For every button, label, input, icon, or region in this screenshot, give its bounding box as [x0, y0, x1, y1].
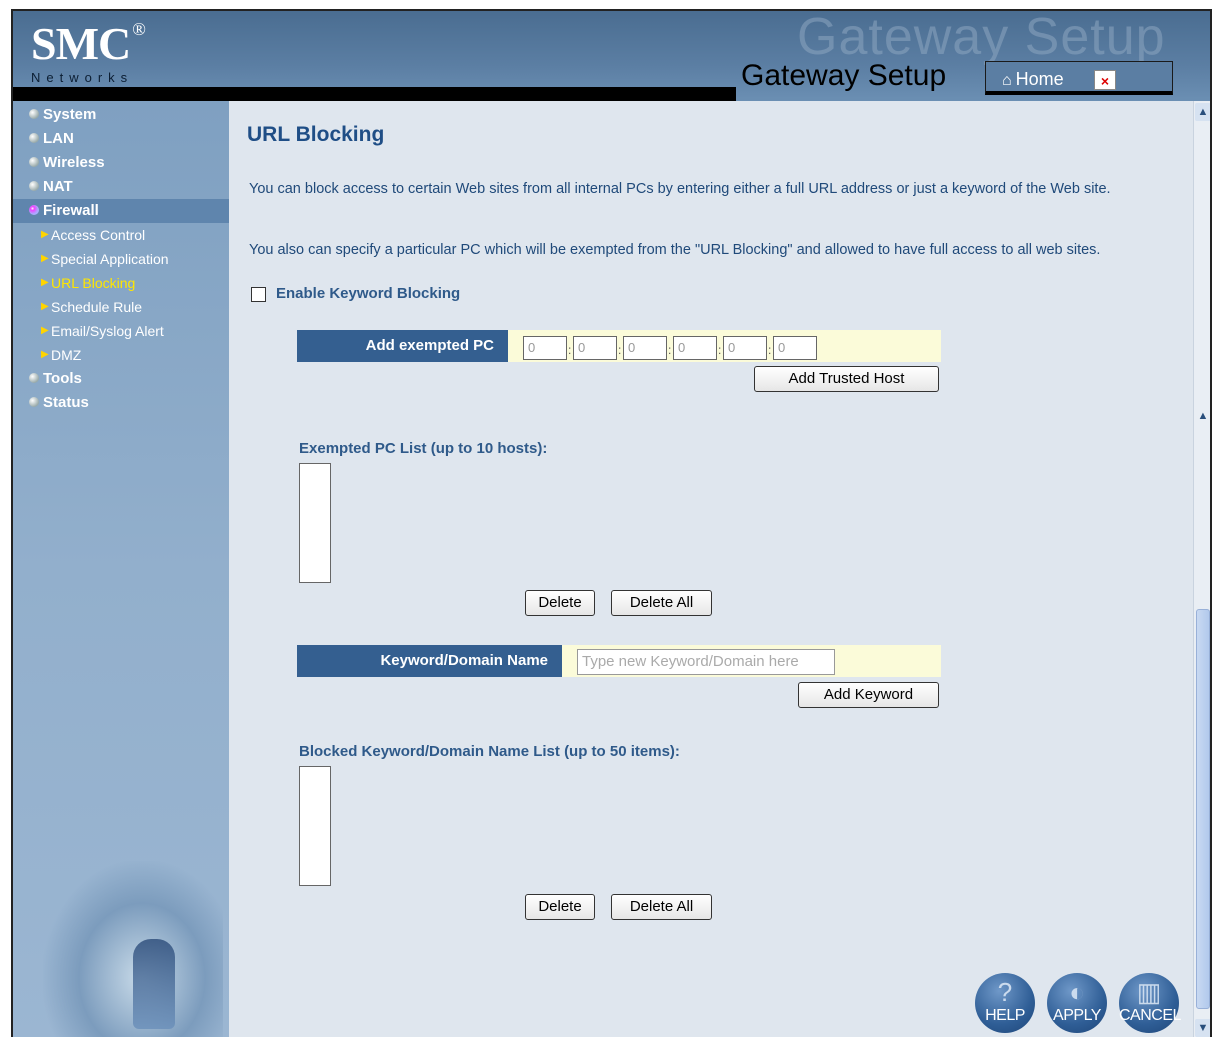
bullet-icon [29, 181, 39, 191]
delete-blocked-button[interactable]: Delete [525, 894, 595, 920]
mouse-icon: ◐ [1069, 977, 1085, 1007]
sidebar-item-status[interactable]: Status [13, 391, 229, 415]
blocked-keyword-listbox[interactable] [299, 766, 331, 886]
trash-icon: ▥ [1136, 977, 1162, 1007]
triangle-right-icon: ▶ [41, 301, 49, 312]
cancel-button[interactable]: ▥ CANCEL [1119, 973, 1181, 1033]
exempted-pc-label: Add exempted PC [297, 330, 508, 362]
sidebar-subitem-access-control[interactable]: ▶ Access Control [13, 223, 229, 247]
enable-keyword-blocking-label: Enable Keyword Blocking [276, 285, 461, 302]
delete-all-blocked-button[interactable]: Delete All [611, 894, 712, 920]
enable-keyword-blocking-checkbox[interactable] [251, 287, 266, 302]
triangle-right-icon: ▶ [41, 349, 49, 360]
description-text-exempt: You also can specify a particular PC whi… [249, 242, 1101, 258]
smc-logo: SMC ® [31, 18, 146, 69]
vertical-scrollbar[interactable]: ▲ ▲ ▼ [1193, 101, 1210, 1037]
sidebar-item-wireless[interactable]: Wireless [13, 151, 229, 175]
ip-octet-6-input[interactable]: 0 [773, 336, 817, 360]
triangle-right-icon: ▶ [41, 253, 49, 264]
apply-button[interactable]: ◐ APPLY [1047, 973, 1107, 1033]
delete-all-exempted-button[interactable]: Delete All [611, 590, 712, 616]
header: SMC ® Networks Gateway Setup Gateway Setu… [13, 11, 1210, 101]
triangle-right-icon: ▶ [41, 325, 49, 336]
sidebar-subitem-schedule-rule[interactable]: ▶ Schedule Rule [13, 295, 229, 319]
main-content: URL Blocking You can block access to cer… [229, 101, 1193, 1037]
triangle-right-icon: ▶ [41, 277, 49, 288]
home-icon: ⌂ [1002, 72, 1012, 89]
ip-separator: : [568, 343, 572, 357]
home-box: ⌂ Home × [985, 61, 1173, 95]
delete-exempted-button[interactable]: Delete [525, 590, 595, 616]
keyword-domain-label: Keyword/Domain Name [297, 645, 562, 677]
close-icon[interactable]: × [1094, 70, 1116, 90]
page-header-title: Gateway Setup [741, 59, 947, 92]
question-icon: ? [997, 977, 1013, 1007]
exempted-pc-list-title: Exempted PC List (up to 10 hosts): [299, 440, 548, 457]
bullet-icon [29, 205, 39, 215]
bullet-icon [29, 109, 39, 119]
description-text: You can block access to certain Web site… [249, 181, 1111, 197]
sidebar-subitem-special-application[interactable]: ▶ Special Application [13, 247, 229, 271]
exempted-pc-listbox[interactable] [299, 463, 331, 583]
add-keyword-button[interactable]: Add Keyword [798, 682, 939, 708]
scroll-up-icon[interactable]: ▲ [1195, 103, 1210, 121]
ip-separator: : [718, 343, 722, 357]
page-title: URL Blocking [247, 123, 385, 146]
bullet-icon [29, 373, 39, 383]
keyword-domain-input[interactable]: Type new Keyword/Domain here [577, 649, 835, 675]
header-divider [13, 87, 736, 101]
ip-separator: : [668, 343, 672, 357]
sidebar-subitem-email-syslog-alert[interactable]: ▶ Email/Syslog Alert [13, 319, 229, 343]
exempted-pc-row: Add exempted PC 0 : 0 : 0 : 0 : 0 : 0 [297, 330, 941, 362]
logo-subtitle: Networks [31, 70, 134, 85]
triangle-right-icon: ▶ [41, 229, 49, 240]
home-link[interactable]: ⌂ Home [1002, 69, 1064, 90]
sidebar-subitem-dmz[interactable]: ▶ DMZ [13, 343, 229, 367]
sidebar-item-lan[interactable]: LAN [13, 127, 229, 151]
app-frame: SMC ® Networks Gateway Setup Gateway Setu… [11, 9, 1212, 1037]
sidebar: System LAN Wireless NAT Firewall ▶ Access… [13, 101, 229, 1037]
sidebar-subitem-url-blocking[interactable]: ▶ URL Blocking [13, 271, 229, 295]
ip-octet-5-input[interactable]: 0 [723, 336, 767, 360]
sidebar-item-nat[interactable]: NAT [13, 175, 229, 199]
chevron-up-icon: ▲ [1197, 410, 1209, 422]
sidebar-item-system[interactable]: System [13, 103, 229, 127]
scrollbar-thumb[interactable] [1196, 609, 1210, 1009]
help-button[interactable]: ? HELP [975, 973, 1035, 1033]
sidebar-item-tools[interactable]: Tools [13, 367, 229, 391]
bullet-icon [29, 133, 39, 143]
blocked-keyword-list-title: Blocked Keyword/Domain Name List (up to … [299, 743, 680, 760]
ip-separator: : [618, 343, 622, 357]
sidebar-item-firewall[interactable]: Firewall [13, 199, 229, 223]
ip-octet-2-input[interactable]: 0 [573, 336, 617, 360]
bullet-icon [29, 157, 39, 167]
ip-separator: : [768, 343, 772, 357]
scroll-down-icon[interactable]: ▼ [1195, 1019, 1210, 1037]
sidebar-photo-figure [133, 939, 175, 1029]
add-trusted-host-button[interactable]: Add Trusted Host [754, 366, 939, 392]
ip-octet-4-input[interactable]: 0 [673, 336, 717, 360]
sidebar-nav: System LAN Wireless NAT Firewall ▶ Access… [13, 103, 229, 415]
bullet-icon [29, 397, 39, 407]
ip-octet-3-input[interactable]: 0 [623, 336, 667, 360]
keyword-row: Keyword/Domain Name Type new Keyword/Dom… [297, 645, 941, 677]
ip-octet-1-input[interactable]: 0 [523, 336, 567, 360]
